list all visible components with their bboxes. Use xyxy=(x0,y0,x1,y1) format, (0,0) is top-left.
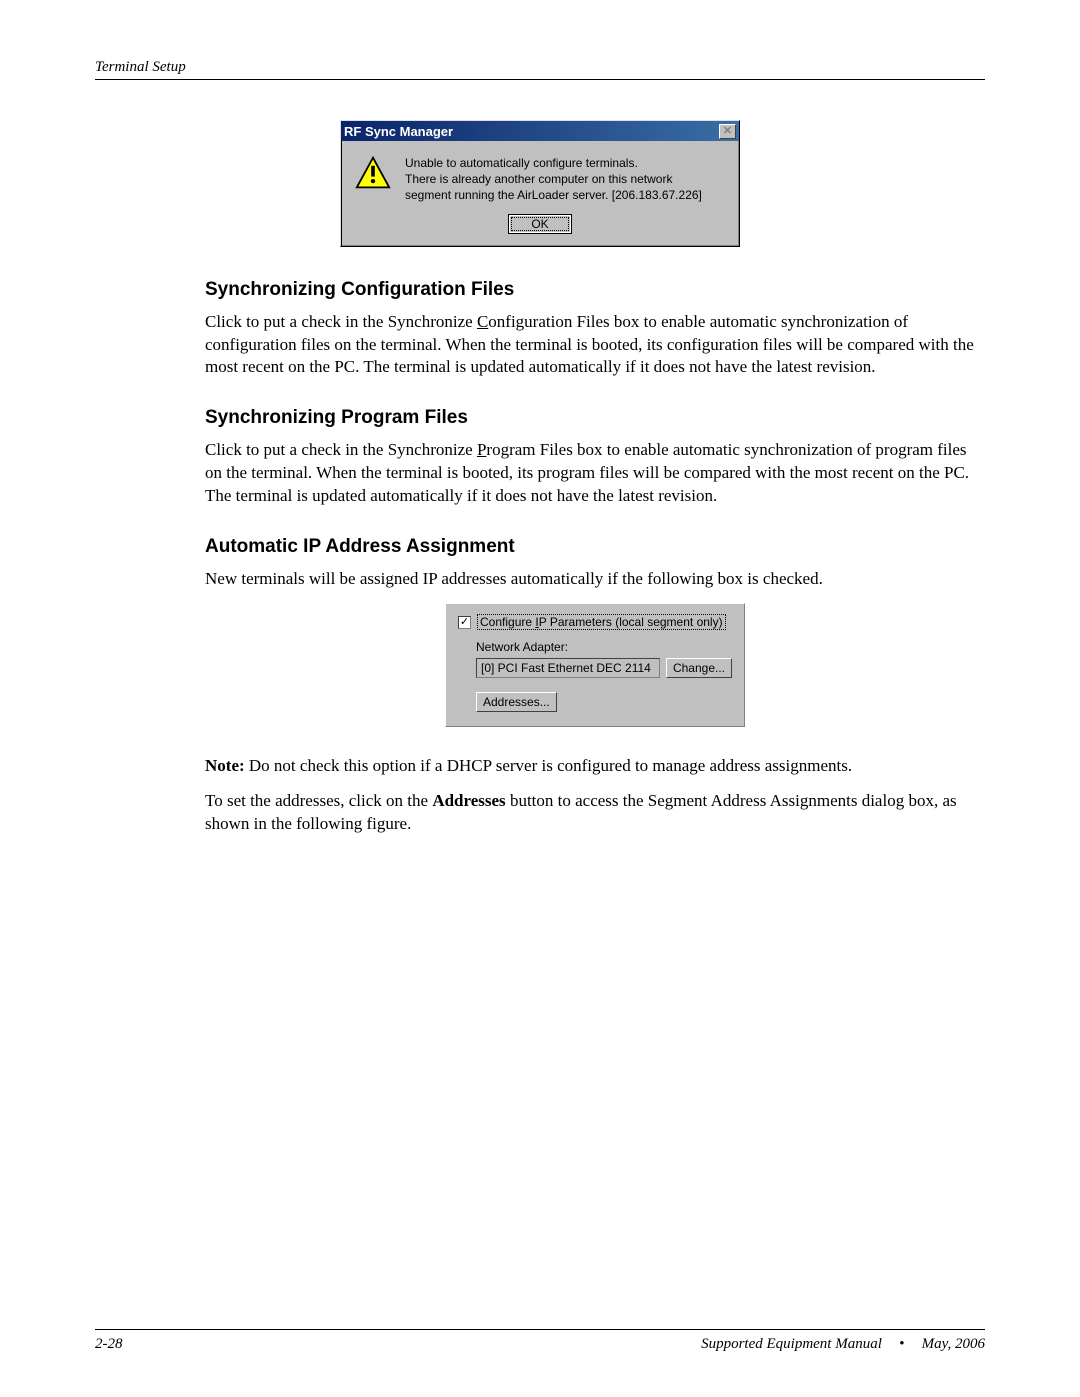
network-adapter-label: Network Adapter: xyxy=(476,640,732,654)
change-button[interactable]: Change... xyxy=(666,658,732,678)
text-frag: P Parameters (local segment only) xyxy=(539,615,723,629)
heading-sync-prog: Synchronizing Program Files xyxy=(205,407,985,429)
page-header: Terminal Setup xyxy=(95,56,985,80)
para-auto-ip: New terminals will be assigned IP addres… xyxy=(205,568,985,591)
text-underline: P xyxy=(477,440,486,459)
closing-paragraph: To set the addresses, click on the Addre… xyxy=(205,790,985,836)
dialog-titlebar: RF Sync Manager ✕ xyxy=(341,121,739,141)
dialog-line-2: There is already another computer on thi… xyxy=(405,172,672,186)
heading-sync-config: Synchronizing Configuration Files xyxy=(205,279,985,301)
page-number: 2-28 xyxy=(95,1336,123,1353)
close-button[interactable]: ✕ xyxy=(719,124,736,139)
doc-title: Supported Equipment Manual xyxy=(701,1336,882,1352)
footer-right: Supported Equipment Manual • May, 2006 xyxy=(701,1336,985,1353)
warning-icon xyxy=(355,155,391,204)
dialog-message: Unable to automatically configure termin… xyxy=(405,155,702,204)
note-text: Do not check this option if a DHCP serve… xyxy=(245,756,852,775)
doc-date: May, 2006 xyxy=(922,1336,985,1352)
header-section-title: Terminal Setup xyxy=(95,59,186,75)
rf-sync-dialog: RF Sync Manager ✕ Unable to automaticall… xyxy=(340,120,740,247)
page-footer: 2-28 Supported Equipment Manual • May, 2… xyxy=(95,1329,985,1353)
ip-panel-figure: ✓ Configure IP Parameters (local segment… xyxy=(205,603,985,727)
bullet-icon: • xyxy=(899,1336,904,1352)
note-paragraph: Note: Do not check this option if a DHCP… xyxy=(205,755,985,778)
addresses-bold: Addresses xyxy=(432,791,505,810)
dialog-figure-1: RF Sync Manager ✕ Unable to automaticall… xyxy=(95,120,985,247)
note-label: Note: xyxy=(205,756,245,775)
network-adapter-field[interactable]: [0] PCI Fast Ethernet DEC 2114 xyxy=(476,658,660,678)
configure-ip-checkbox[interactable]: ✓ xyxy=(458,616,471,629)
ip-config-panel: ✓ Configure IP Parameters (local segment… xyxy=(445,603,745,727)
heading-auto-ip: Automatic IP Address Assignment xyxy=(205,536,985,558)
para-sync-prog: Click to put a check in the Synchronize … xyxy=(205,439,985,508)
para-sync-config: Click to put a check in the Synchronize … xyxy=(205,311,985,380)
dialog-line-1: Unable to automatically configure termin… xyxy=(405,156,638,170)
configure-ip-label: Configure IP Parameters (local segment o… xyxy=(477,614,726,630)
close-icon: ✕ xyxy=(723,126,732,137)
addresses-button[interactable]: Addresses... xyxy=(476,692,557,712)
dialog-line-3: segment running the AirLoader server. [2… xyxy=(405,188,702,202)
ok-button[interactable]: OK xyxy=(508,214,571,234)
text-frag: Click to put a check in the Synchronize xyxy=(205,312,477,331)
text-frag: Click to put a check in the Synchronize xyxy=(205,440,477,459)
text-underline: C xyxy=(477,312,488,331)
text-frag: Configure xyxy=(480,615,535,629)
text-frag: To set the addresses, click on the xyxy=(205,791,432,810)
dialog-title: RF Sync Manager xyxy=(344,124,453,139)
